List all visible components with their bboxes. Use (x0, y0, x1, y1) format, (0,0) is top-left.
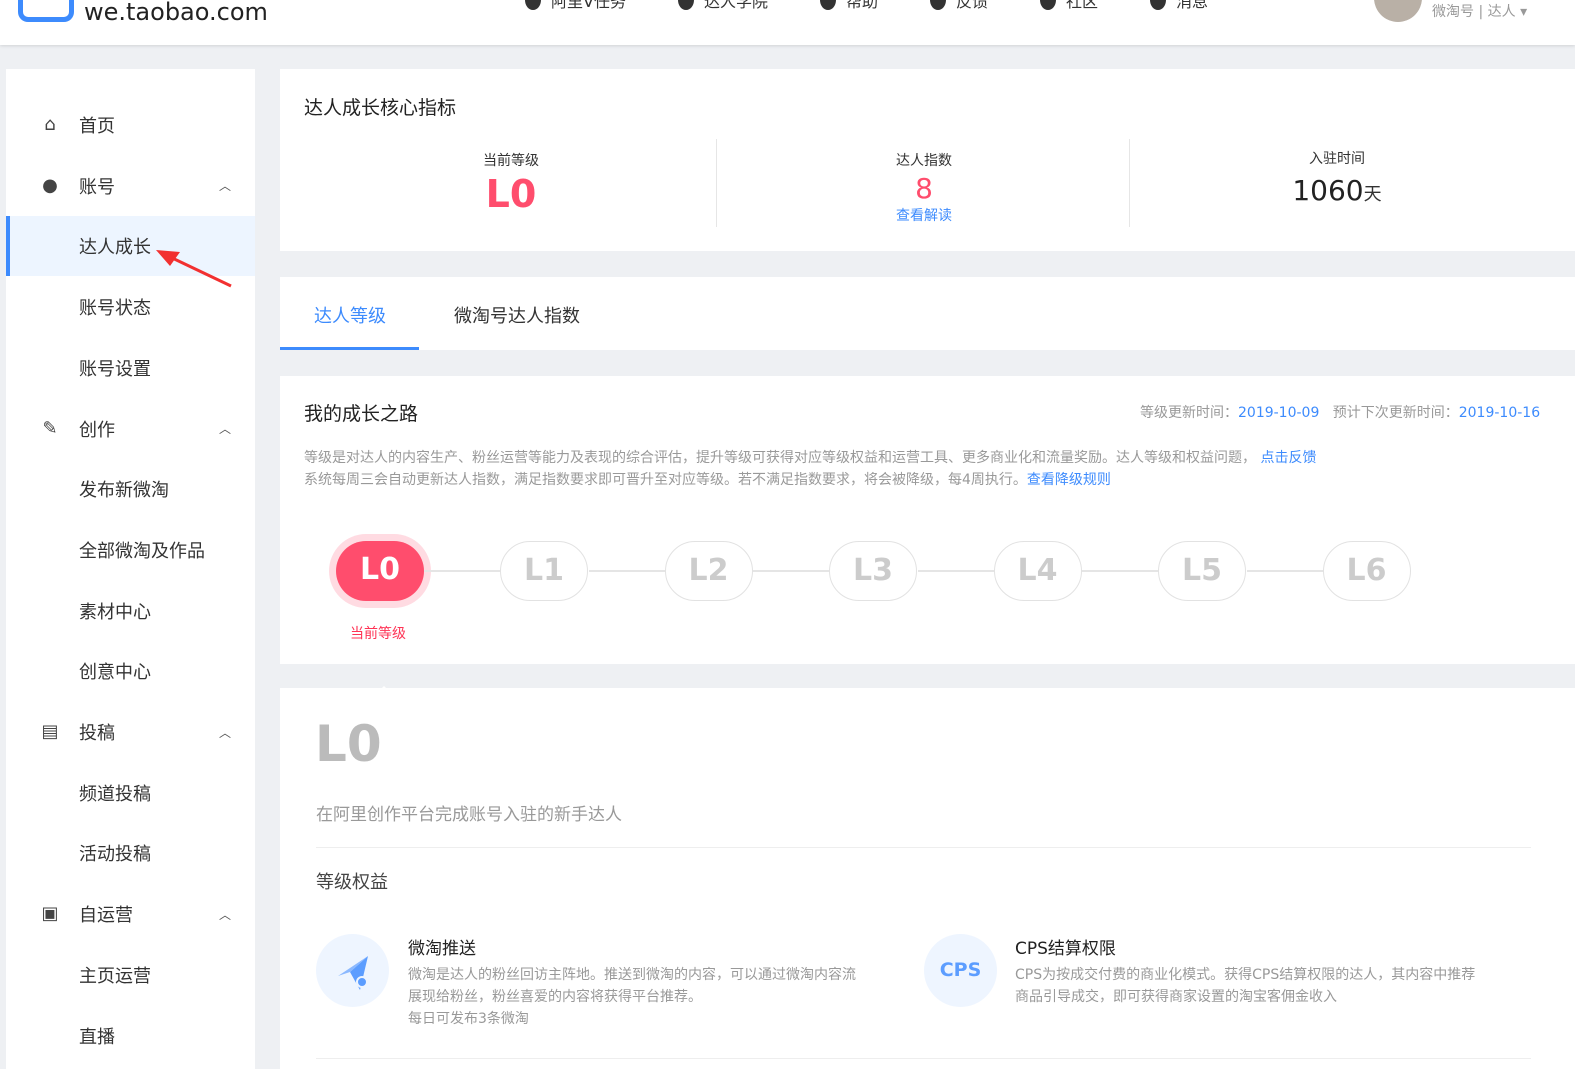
sidebar-item[interactable]: ⌂ 首页 (6, 95, 255, 155)
sidebar-item[interactable]: 直播 (6, 1006, 255, 1066)
message-icon (1150, 0, 1167, 10)
sidebar: ⌂ 首页 ● 账号 ︿ 达人成长 账号状态 账号设置 ✎ 创作 ︿ 发布新微淘 全部微淘及作品 素材中心创… (6, 69, 255, 1069)
level-node[interactable]: L3 (829, 541, 917, 601)
nav-message[interactable]: 消息 (1150, 0, 1208, 12)
divider (316, 1058, 1531, 1059)
chevron-up-icon[interactable]: ︿ (219, 420, 231, 437)
benefit-desc: 微淘是达人的粉丝回访主阵地。推送到微淘的内容，可以通过微淘内容流 展现给粉丝，粉丝… (408, 967, 856, 1027)
top-header: we.taobao.com 阿里V任务 达人学院 帮助 反馈 社区 消息 微淘号… (0, 0, 1575, 45)
sidebar-item[interactable]: 创意中心 (6, 641, 255, 701)
site-name[interactable]: we.taobao.com (84, 0, 268, 26)
level-node[interactable]: L6 (1322, 541, 1411, 601)
benefits-title: 等级权益 (316, 872, 388, 893)
sidebar-item[interactable]: 发布新微淘 (6, 459, 255, 519)
chevron-up-icon[interactable]: ︿ (219, 724, 231, 741)
level-connector (1246, 570, 1323, 572)
document-icon: ▤ (41, 721, 59, 742)
level-node[interactable]: L1 (500, 541, 588, 601)
growth-desc-1: 等级是对达人的内容生产、粉丝运营等能力及表现的综合评估，提升等级可获得对应等级权… (304, 450, 1317, 466)
nav-school[interactable]: 达人学院 (677, 0, 768, 12)
core-title: 达人成长核心指标 (304, 97, 457, 119)
user-menu[interactable]: 微淘号 | 达人 ▾ (1432, 1, 1527, 21)
level-node[interactable]: L2 (664, 541, 753, 601)
nav-feedback[interactable]: 反馈 (929, 0, 988, 12)
level-connector (753, 570, 829, 572)
pointer-triangle (372, 674, 396, 698)
feedback-icon (929, 0, 946, 10)
community-icon (1040, 0, 1056, 10)
nav-help[interactable]: 帮助 (819, 0, 878, 12)
level-connector (424, 570, 500, 572)
benefit-desc: CPS为按成交付费的商业化模式。获得CPS结算权限的达人，其内容中推荐 商品引导成… (1015, 967, 1476, 1005)
sidebar-item[interactable]: 主页运营 (6, 945, 255, 1005)
red-arrow-annotation (156, 250, 232, 288)
nav-community[interactable]: 社区 (1040, 0, 1098, 12)
view-interpretation-link[interactable]: 查看解读 (824, 205, 1024, 225)
nav-task[interactable]: 阿里V任务 (525, 0, 626, 12)
feedback-link[interactable]: 点击反馈 (1260, 450, 1316, 466)
divider (1129, 139, 1130, 227)
sidebar-item[interactable]: 账号设置 (6, 338, 255, 398)
update-times: 等级更新时间：2019-10-09 预计下次更新时间：2019-10-16 (1140, 405, 1541, 421)
user-icon: ● (42, 174, 58, 196)
pencil-icon: ✎ (42, 417, 58, 439)
sidebar-item[interactable]: 活动投稿 (6, 823, 255, 883)
growth-desc-2: 系统每周三会自动更新达人指数，满足指数要求即可晋升至对应等级。若不满足指数要求，… (304, 472, 1111, 488)
task-icon (525, 0, 541, 10)
sidebar-item[interactable]: ▤ 投稿 ︿ (6, 702, 255, 762)
current-level-value: L0 (485, 172, 537, 216)
level-node[interactable]: L5 (1158, 541, 1246, 601)
paper-plane-icon (316, 934, 389, 1007)
sidebar-item[interactable]: ● 账号 ︿ (6, 156, 255, 216)
home-icon: ⌂ (44, 114, 56, 135)
sidebar-item[interactable]: ▣ 自运营 ︿ (6, 884, 255, 944)
level-node[interactable]: L0 (336, 541, 424, 601)
active-tab-indicator (280, 347, 419, 350)
downgrade-rules-link[interactable]: 查看降级规则 (1027, 472, 1111, 488)
cps-icon: CPS (924, 934, 997, 1007)
sidebar-item[interactable]: 素材中心 (6, 581, 255, 641)
level-connector (588, 570, 665, 572)
box-icon: ▣ (41, 903, 59, 925)
divider (316, 847, 1531, 848)
growth-title: 我的成长之路 (304, 403, 419, 425)
sidebar-item[interactable]: ✎ 创作 ︿ (6, 399, 255, 459)
metric-join-time: 入驻时间 1060天 (1292, 151, 1382, 207)
chevron-up-icon[interactable]: ︿ (219, 906, 231, 923)
level-connector (1082, 570, 1158, 572)
level-node[interactable]: L4 (993, 541, 1082, 601)
current-level-label: 当前等级 (350, 626, 406, 642)
level-connector (917, 570, 994, 572)
metric-level: 当前等级 L0 (411, 150, 611, 216)
sidebar-item[interactable]: 全部微淘及作品 (6, 520, 255, 580)
detail-desc: 在阿里创作平台完成账号入驻的新手达人 (316, 805, 622, 825)
tab-level[interactable]: 达人等级 (314, 302, 386, 328)
chevron-up-icon[interactable]: ︿ (219, 177, 231, 194)
sidebar-item[interactable]: 频道投稿 (6, 763, 255, 823)
school-icon (677, 0, 694, 10)
metric-index: 达人指数 8 查看解读 (824, 150, 1024, 225)
divider (716, 139, 717, 227)
top-nav: 阿里V任务 达人学院 帮助 反馈 社区 消息 (525, 0, 1260, 12)
detail-level: L0 (315, 715, 382, 773)
help-icon (819, 0, 836, 10)
tab-index[interactable]: 微淘号达人指数 (454, 302, 580, 328)
avatar[interactable] (1374, 0, 1422, 22)
logo-icon[interactable] (18, 0, 74, 22)
